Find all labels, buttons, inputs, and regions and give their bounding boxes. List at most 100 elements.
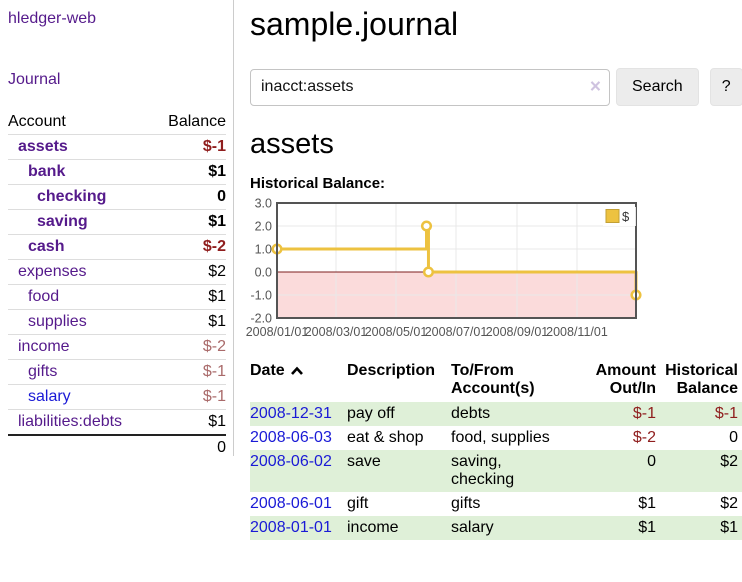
account-balance: $1 (153, 285, 226, 310)
register-row: 2008-01-01incomesalary$1$1 (250, 516, 742, 540)
account-link-liabilities-debts[interactable]: liabilities:debts (8, 413, 122, 431)
sidebar: hledger-web Journal Account Balance asse… (0, 0, 234, 540)
register-header-date[interactable]: Date (250, 360, 347, 402)
account-heading: assets (250, 128, 742, 161)
transaction-date-link[interactable]: 2008-01-01 (250, 519, 332, 536)
account-balance: $-1 (153, 360, 226, 385)
svg-text:2008/11/01: 2008/11/01 (546, 325, 608, 339)
account-link-bank[interactable]: bank (8, 163, 65, 181)
account-link-food[interactable]: food (8, 288, 59, 306)
account-link-assets[interactable]: assets (8, 138, 68, 156)
register-row: 2008-12-31pay offdebts$-1$-1 (250, 402, 742, 426)
accounts-header-balance: Balance (153, 110, 226, 135)
account-link-salary[interactable]: salary (8, 388, 71, 406)
register-header-balance: Historical Balance (662, 360, 742, 402)
transaction-balance: 0 (662, 426, 742, 450)
transaction-amount: 0 (587, 450, 662, 492)
account-row: income $-2 (8, 335, 226, 360)
register-header-row: Date Description To/From Account(s) Amou… (250, 360, 742, 402)
transaction-date-link[interactable]: 2008-06-01 (250, 495, 332, 512)
svg-text:-2.0: -2.0 (250, 312, 272, 326)
account-row: liabilities:debts $1 (8, 410, 226, 436)
account-row: saving $1 (8, 210, 226, 235)
transaction-amount: $-1 (587, 402, 662, 426)
account-link-checking[interactable]: checking (8, 188, 106, 206)
transaction-balance: $2 (662, 492, 742, 516)
transaction-accounts: gifts (451, 492, 587, 516)
svg-text:0.0: 0.0 (255, 266, 272, 280)
sort-ascending-icon (290, 366, 304, 376)
register-header-description: Description (347, 360, 451, 402)
transaction-amount: $-2 (587, 426, 662, 450)
svg-text:2008/09/01: 2008/09/01 (486, 325, 549, 339)
transaction-date-link[interactable]: 2008-06-02 (250, 453, 332, 470)
account-row: gifts $-1 (8, 360, 226, 385)
search-button[interactable]: Search (616, 68, 699, 106)
register-header-date-label: Date (250, 362, 285, 379)
svg-text:-1.0: -1.0 (250, 289, 272, 303)
account-row: salary $-1 (8, 385, 226, 410)
account-balance: $1 (153, 210, 226, 235)
account-row: cash$-2 (8, 235, 226, 260)
transaction-balance: $1 (662, 516, 742, 540)
clear-search-icon[interactable]: × (590, 78, 601, 97)
sidebar-divider (233, 0, 234, 456)
transaction-accounts: saving, checking (451, 450, 587, 492)
main-content: sample.journal × Search ? assets Histori… (234, 0, 742, 540)
account-row: checking 0 (8, 185, 226, 210)
register-row: 2008-06-01 giftgifts$1$2 (250, 492, 742, 516)
account-link-gifts[interactable]: gifts (8, 363, 57, 381)
transaction-description: eat & shop (347, 426, 451, 450)
accounts-total-value: 0 (153, 435, 226, 460)
transaction-description: pay off (347, 402, 451, 426)
account-row: expenses $2 (8, 260, 226, 285)
transaction-accounts: food, supplies (451, 426, 587, 450)
search-form: × Search ? (250, 68, 742, 106)
transaction-accounts: salary (451, 516, 587, 540)
account-balance: 0 (153, 185, 226, 210)
account-link-income[interactable]: income (8, 338, 70, 356)
svg-text:2008/07/01: 2008/07/01 (425, 325, 488, 339)
svg-text:$: $ (622, 209, 630, 224)
account-link-cash[interactable]: cash (8, 238, 64, 256)
account-balance: $-2 (153, 335, 226, 360)
page-title: sample.journal (250, 6, 742, 43)
help-button[interactable]: ? (710, 68, 742, 106)
transaction-amount: $1 (587, 516, 662, 540)
account-balance: $-1 (153, 135, 226, 160)
transaction-description: income (347, 516, 451, 540)
account-link-expenses[interactable]: expenses (8, 263, 87, 281)
register-header-accounts: To/From Account(s) (451, 360, 587, 402)
account-row: bank $1 (8, 160, 226, 185)
svg-text:1.0: 1.0 (255, 243, 272, 257)
account-link-supplies[interactable]: supplies (8, 313, 87, 331)
account-balance: $2 (153, 260, 226, 285)
transaction-balance: $2 (662, 450, 742, 492)
accounts-header-row: Account Balance (8, 110, 226, 135)
accounts-total-row: 0 (8, 435, 226, 460)
account-balance: $1 (153, 410, 226, 436)
search-input[interactable] (250, 69, 610, 106)
account-link-saving[interactable]: saving (8, 213, 88, 231)
transaction-description: save (347, 450, 451, 492)
transaction-accounts: debts (451, 402, 587, 426)
account-row: food $1 (8, 285, 226, 310)
account-balance: $1 (153, 160, 226, 185)
svg-text:2008/05/01: 2008/05/01 (365, 325, 428, 339)
accounts-header-account: Account (8, 110, 153, 135)
transaction-date-link[interactable]: 2008-06-03 (250, 429, 332, 446)
svg-text:2.0: 2.0 (255, 220, 272, 234)
app-title-link[interactable]: hledger-web (8, 10, 96, 28)
hledger-web-app: hledger-web Journal Account Balance asse… (0, 0, 742, 540)
svg-text:3.0: 3.0 (255, 197, 272, 211)
transaction-date-link[interactable]: 2008-12-31 (250, 405, 332, 422)
sidebar-item-journal[interactable]: Journal (8, 71, 60, 88)
register-header-amount: Amount Out/In (587, 360, 662, 402)
register-row: 2008-06-02 savesaving, checking0$2 (250, 450, 742, 492)
account-balance: $-1 (153, 385, 226, 410)
transaction-amount: $1 (587, 492, 662, 516)
accounts-table: Account Balance assets $-1 bank $1 checking 0… (8, 110, 226, 460)
transaction-description: gift (347, 492, 451, 516)
transaction-balance: $-1 (662, 402, 742, 426)
historical-balance-chart: $3.02.01.00.0-1.0-2.02008/01/012008/03/0… (250, 201, 644, 343)
